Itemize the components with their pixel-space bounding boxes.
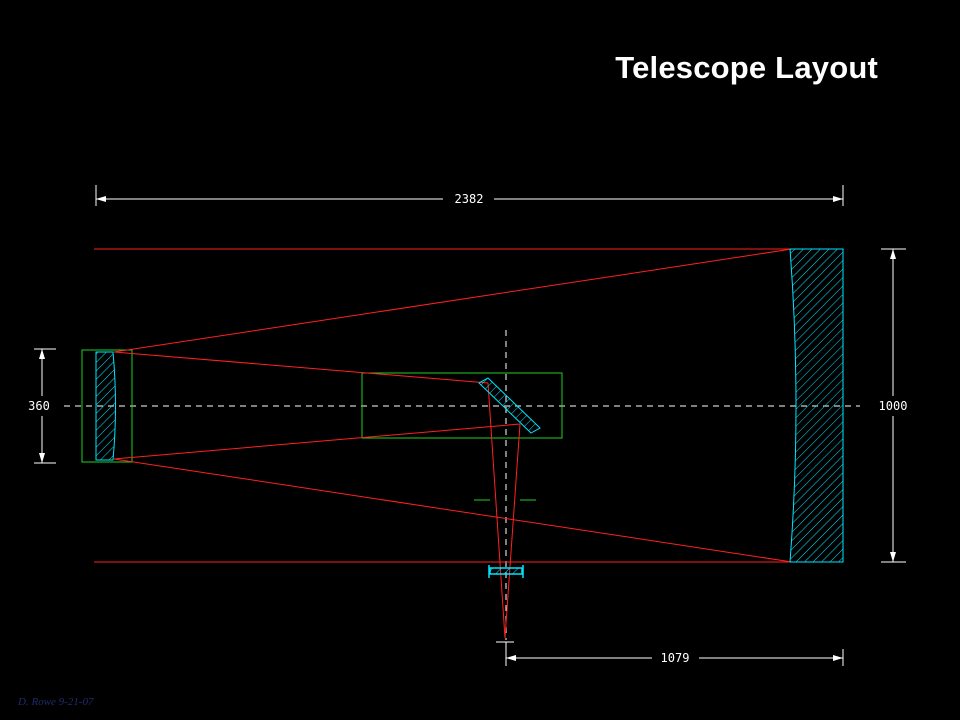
primary-aperture-label: 1000 xyxy=(879,399,908,413)
focus-offset-label: 1079 xyxy=(661,651,690,665)
baffle-tubes xyxy=(81,349,563,501)
secondary-mirror xyxy=(95,351,116,461)
secondary-diameter-label: 360 xyxy=(28,399,50,413)
telescope-diagram: 2382 1000 360 1079 xyxy=(28,185,908,666)
optical-axis xyxy=(64,330,860,640)
light-rays xyxy=(94,248,793,639)
primary-mirror xyxy=(789,248,844,563)
overall-length-label: 2382 xyxy=(455,192,484,206)
